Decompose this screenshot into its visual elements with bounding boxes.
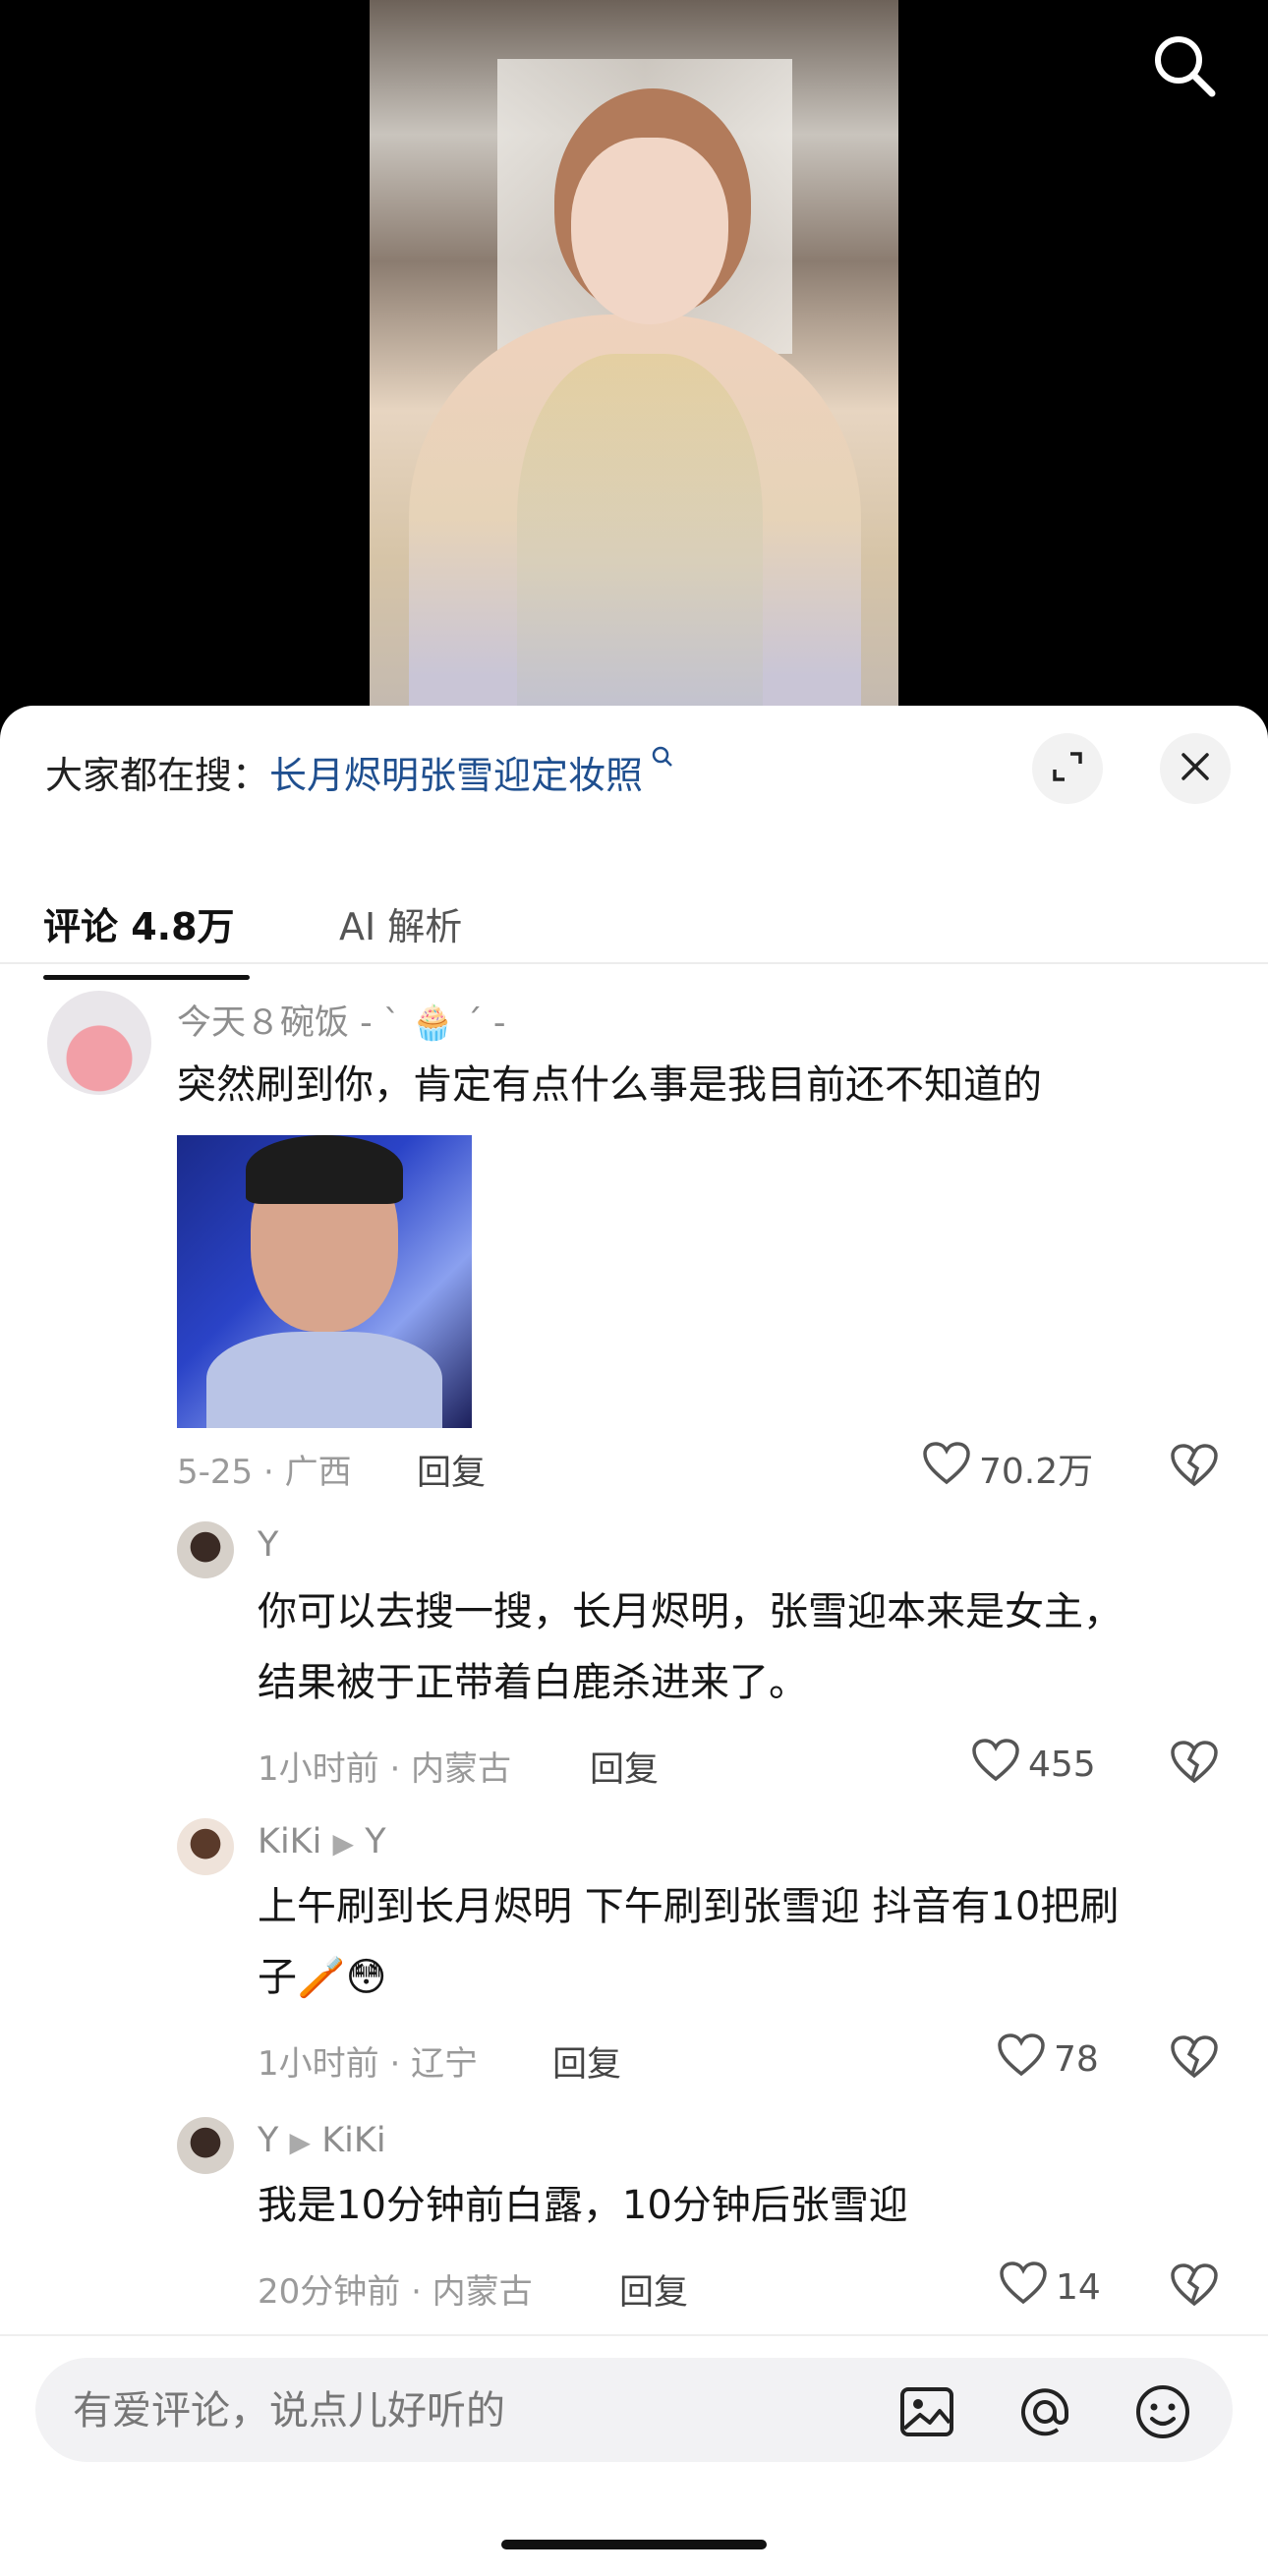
reply-text-line: 我是10分钟前白露，10分钟后张雪迎 bbox=[258, 2183, 908, 2228]
dislike-button[interactable] bbox=[1170, 1443, 1219, 1492]
close-button[interactable] bbox=[1160, 733, 1231, 804]
reply-text-line: 子🪥😳 bbox=[258, 1955, 387, 2000]
reply-text-line: 上午刷到长月烬明 下午刷到张雪迎 抖音有10把刷 bbox=[258, 1884, 1120, 1929]
like-button[interactable]: 455 bbox=[971, 1738, 1096, 1792]
avatar[interactable] bbox=[47, 991, 151, 1095]
heart-icon bbox=[997, 2032, 1046, 2087]
comment-input-bar bbox=[0, 2334, 1268, 2576]
search-icon[interactable] bbox=[1150, 31, 1219, 100]
reply-username-text: Y bbox=[258, 2121, 279, 2160]
comment-username[interactable]: 今天８碗饭 - ` 🧁 ´ - bbox=[177, 995, 505, 1045]
dislike-button[interactable] bbox=[1170, 2262, 1219, 2312]
at-icon[interactable] bbox=[1012, 2379, 1077, 2444]
heart-icon bbox=[999, 2261, 1048, 2315]
divider bbox=[0, 962, 1268, 964]
close-icon bbox=[1179, 750, 1212, 787]
dislike-button[interactable] bbox=[1170, 1740, 1219, 1789]
reply-username[interactable]: Y ▶ KiKi bbox=[258, 2121, 386, 2160]
hot-search-link[interactable]: 长月烬明张雪迎定妆照 bbox=[269, 754, 643, 797]
broken-heart-icon bbox=[1170, 2035, 1219, 2084]
avatar[interactable] bbox=[177, 1818, 234, 1875]
like-button[interactable]: 14 bbox=[999, 2261, 1101, 2315]
reply-button[interactable]: 回复 bbox=[417, 1445, 486, 1495]
heart-icon bbox=[971, 1738, 1020, 1792]
like-count: 455 bbox=[1028, 1745, 1096, 1785]
comment-input-container[interactable] bbox=[35, 2358, 1233, 2464]
active-tab-indicator bbox=[43, 975, 250, 980]
avatar[interactable] bbox=[177, 2117, 234, 2174]
video-frame bbox=[370, 0, 898, 747]
like-count: 70.2万 bbox=[979, 1451, 1094, 1492]
reply-meta: 20分钟前 · 内蒙古 bbox=[258, 2272, 533, 2312]
reply-button[interactable]: 回复 bbox=[552, 2036, 621, 2087]
reply-button[interactable]: 回复 bbox=[590, 1742, 659, 1792]
reply-username-text: KiKi bbox=[258, 1822, 322, 1861]
heart-icon bbox=[922, 1441, 971, 1495]
like-button[interactable]: 70.2万 bbox=[922, 1441, 1093, 1495]
reply-meta: 1小时前 · 辽宁 bbox=[258, 2044, 479, 2084]
broken-heart-icon bbox=[1170, 1741, 1219, 1789]
like-count: 14 bbox=[1056, 2267, 1101, 2308]
reply-arrow-icon: ▶ bbox=[289, 2126, 312, 2158]
comment-input[interactable] bbox=[71, 2358, 841, 2464]
reply-target: KiKi bbox=[321, 2121, 386, 2160]
reply-button[interactable]: 回复 bbox=[619, 2264, 688, 2315]
reply-target: Y bbox=[365, 1822, 386, 1861]
reply-text-line: 结果被于正带着白鹿杀进来了。 bbox=[258, 1660, 808, 1705]
expand-icon bbox=[1051, 750, 1084, 787]
broken-heart-icon bbox=[1170, 1444, 1219, 1492]
comment-image[interactable] bbox=[177, 1135, 472, 1428]
tab-comments[interactable]: 评论 4.8万 bbox=[43, 896, 235, 950]
reply-arrow-icon: ▶ bbox=[332, 1827, 355, 1860]
reply-meta: 1小时前 · 内蒙古 bbox=[258, 1749, 512, 1789]
reply-username[interactable]: Y bbox=[258, 1525, 278, 1565]
expand-button[interactable] bbox=[1032, 733, 1103, 804]
like-count: 78 bbox=[1054, 2039, 1099, 2080]
avatar[interactable] bbox=[177, 1521, 234, 1578]
image-icon[interactable] bbox=[894, 2379, 959, 2444]
emoji-icon[interactable] bbox=[1130, 2379, 1195, 2444]
reply-text-line: 你可以去搜一搜，长月烬明，张雪迎本来是女主， bbox=[258, 1589, 1123, 1634]
search-small-icon bbox=[643, 746, 674, 775]
dislike-button[interactable] bbox=[1170, 2034, 1219, 2084]
broken-heart-icon bbox=[1170, 2263, 1219, 2312]
comment-text: 突然刷到你，肯定有点什么事是我目前还不知道的 bbox=[177, 1062, 1042, 1108]
hot-search-heading: 大家都在搜： bbox=[45, 754, 270, 797]
video-player[interactable] bbox=[0, 0, 1268, 747]
comment-sheet: 大家都在搜：长月烬明张雪迎定妆照 评论 4.8万 AI 解析 今天８碗饭 - `… bbox=[0, 706, 1268, 2574]
home-indicator bbox=[501, 2540, 767, 2549]
like-button[interactable]: 78 bbox=[997, 2032, 1099, 2087]
tab-ai-analysis[interactable]: AI 解析 bbox=[339, 896, 462, 950]
hot-search-banner[interactable]: 大家都在搜：长月烬明张雪迎定妆照 bbox=[45, 745, 674, 799]
reply-username[interactable]: KiKi ▶ Y bbox=[258, 1822, 386, 1861]
comment-meta: 5-25 · 广西 bbox=[177, 1453, 352, 1492]
